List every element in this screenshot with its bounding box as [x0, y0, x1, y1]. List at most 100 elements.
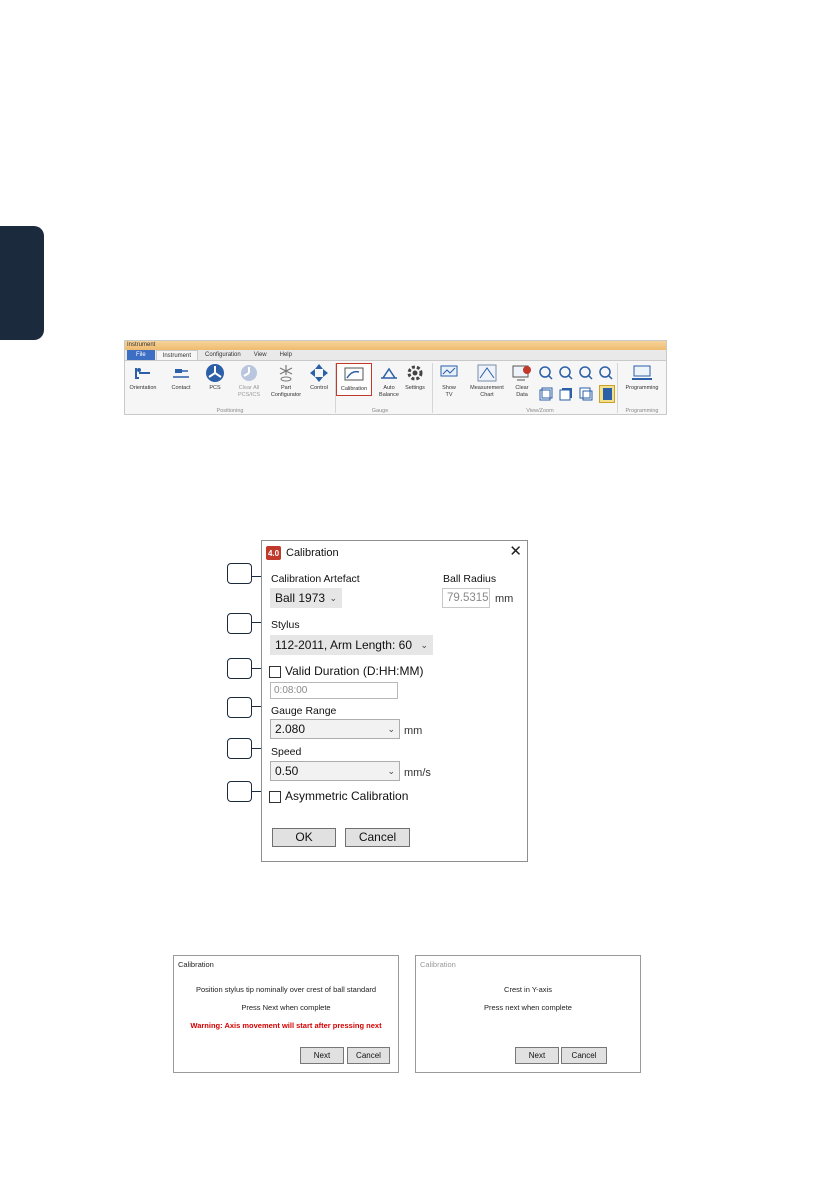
auto-balance-label: Auto Balance [379, 385, 399, 398]
view-iso-icon[interactable] [599, 385, 615, 403]
programming-icon [632, 363, 652, 383]
dialog-header: 4.0 Calibration [266, 546, 339, 560]
control-label: Control [310, 385, 328, 391]
zoom-fit-icon[interactable] [599, 366, 613, 380]
orientation-button[interactable]: Orientation [125, 363, 161, 392]
group-positioning-label: Positioning [216, 408, 244, 414]
asymmetric-checkbox[interactable] [269, 791, 281, 803]
show-tv-button[interactable]: Show TV [431, 363, 467, 399]
valid-duration-field[interactable]: 0:08:00 [270, 682, 398, 699]
cancel-button[interactable]: Cancel [345, 828, 410, 847]
orientation-icon [133, 363, 153, 383]
ok-button[interactable]: OK [272, 828, 336, 847]
measurement-chart-button[interactable]: Measurement Chart [465, 363, 509, 399]
clear-data-icon [512, 363, 532, 383]
valid-duration-checkbox[interactable] [269, 666, 281, 678]
tab-view[interactable]: View [248, 350, 273, 360]
group-viewzoom-label: View/Zoom [526, 408, 554, 414]
ribbon-body: Orientation Contact PCS Clear All PCS/IC… [125, 361, 666, 414]
zoom-window-icon[interactable] [579, 366, 593, 380]
ball-radius-label: Ball Radius [443, 573, 497, 585]
artefact-value: Ball 1973 [275, 591, 326, 605]
chapter-side-tab [0, 226, 44, 340]
artefact-select[interactable]: Ball 1973 ⌄ [270, 588, 342, 608]
gear-icon [405, 363, 425, 383]
view-side-icon[interactable] [579, 387, 593, 401]
tab-instrument[interactable]: Instrument [155, 350, 199, 360]
gauge-range-select[interactable]: 2.080 ⌄ [270, 719, 400, 739]
speed-label: Speed [271, 746, 302, 758]
tab-configuration[interactable]: Configuration [199, 350, 247, 360]
programming-button[interactable]: Programming [620, 363, 664, 392]
speed-value: 0.50 [275, 764, 299, 778]
clear-all-label: Clear All PCS/ICS [237, 385, 260, 398]
settings-label: Settings [405, 385, 425, 391]
ball-radius-unit: mm [495, 593, 514, 605]
part-configurator-icon [276, 363, 296, 383]
tab-help[interactable]: Help [274, 350, 298, 360]
cancel-button[interactable]: Cancel [347, 1047, 390, 1064]
group-programming-label: Programming [625, 408, 659, 414]
callout-box-1 [227, 563, 252, 584]
tab-file[interactable]: File [127, 350, 155, 360]
gauge-range-unit: mm [404, 725, 423, 737]
chevron-down-icon: ⌄ [387, 724, 395, 734]
stylus-select[interactable]: 112-2011, Arm Length: 60 ⌄ [270, 635, 433, 655]
contact-label: Contact [171, 385, 191, 391]
calibration-prompt-dialog-2: Calibration Crest in Y-axis Press next w… [415, 955, 641, 1073]
ribbon-tab-strip: File Instrument Configuration View Help [125, 350, 666, 361]
next-button[interactable]: Next [515, 1047, 559, 1064]
group-gauge-label: Gauge [371, 408, 389, 414]
part-configurator-button[interactable]: Part Configurator [268, 363, 304, 399]
ball-radius-field: 79.5315 [442, 588, 490, 608]
dialog-title: Calibration [286, 547, 339, 559]
chevron-down-icon: ⌄ [387, 766, 395, 776]
close-icon[interactable]: ✕ [509, 544, 522, 560]
prompt-2-instruction: Crest in Y-axis [504, 985, 552, 994]
ribbon-window-title: Instrument [125, 341, 666, 350]
settings-button[interactable]: Settings [397, 363, 433, 392]
orientation-label: Orientation [129, 385, 157, 391]
clear-all-pcs-button[interactable]: Clear All PCS/ICS [231, 363, 267, 399]
measurement-chart-icon [477, 363, 497, 383]
contact-button[interactable]: Contact [163, 363, 199, 392]
valid-duration-label: Valid Duration (D:HH:MM) [285, 664, 424, 678]
cancel-button[interactable]: Cancel [561, 1047, 607, 1064]
ribbon-toolbar: Instrument File Instrument Configuration… [124, 340, 667, 415]
speed-select[interactable]: 0.50 ⌄ [270, 761, 400, 781]
auto-balance-icon [379, 363, 399, 383]
programming-label: Programming [625, 385, 659, 391]
zoom-out-icon[interactable] [559, 366, 573, 380]
pcs-icon [205, 363, 225, 383]
calibration-dialog: 4.0 Calibration ✕ Calibration Artefact B… [261, 540, 528, 862]
view-front-icon[interactable] [539, 387, 553, 401]
clear-data-button[interactable]: Clear Data [504, 363, 540, 399]
prompt-2-next-hint: Press next when complete [484, 1003, 572, 1012]
view-back-icon[interactable] [559, 387, 573, 401]
calibration-label: Calibration [340, 386, 368, 392]
calibration-button[interactable]: Calibration [336, 363, 372, 396]
stylus-value: 112-2011, Arm Length: 60 [275, 638, 412, 652]
prompt-1-warning: Warning: Axis movement will start after … [190, 1021, 382, 1030]
callout-box-3 [227, 658, 252, 679]
calibration-icon [344, 364, 364, 384]
next-button[interactable]: Next [300, 1047, 344, 1064]
chevron-down-icon: ⌄ [329, 593, 337, 603]
show-tv-label: Show TV [442, 385, 456, 398]
contact-icon [171, 363, 191, 383]
callout-box-4 [227, 697, 252, 718]
measurement-chart-label: Measurement Chart [470, 385, 504, 398]
pcs-button[interactable]: PCS [197, 363, 233, 392]
callout-box-2 [227, 613, 252, 634]
prompt-1-title: Calibration [178, 960, 214, 969]
part-configurator-label: Part Configurator [270, 385, 302, 398]
control-button[interactable]: Control [301, 363, 337, 392]
gauge-range-label: Gauge Range [271, 705, 337, 717]
app-logo-icon: 4.0 [266, 546, 281, 560]
prompt-2-title: Calibration [420, 960, 456, 969]
ribbon-separator [617, 363, 618, 413]
zoom-in-icon[interactable] [539, 366, 553, 380]
clear-all-icon [239, 363, 259, 383]
gauge-range-value: 2.080 [275, 722, 306, 736]
clear-data-label: Clear Data [515, 385, 529, 398]
